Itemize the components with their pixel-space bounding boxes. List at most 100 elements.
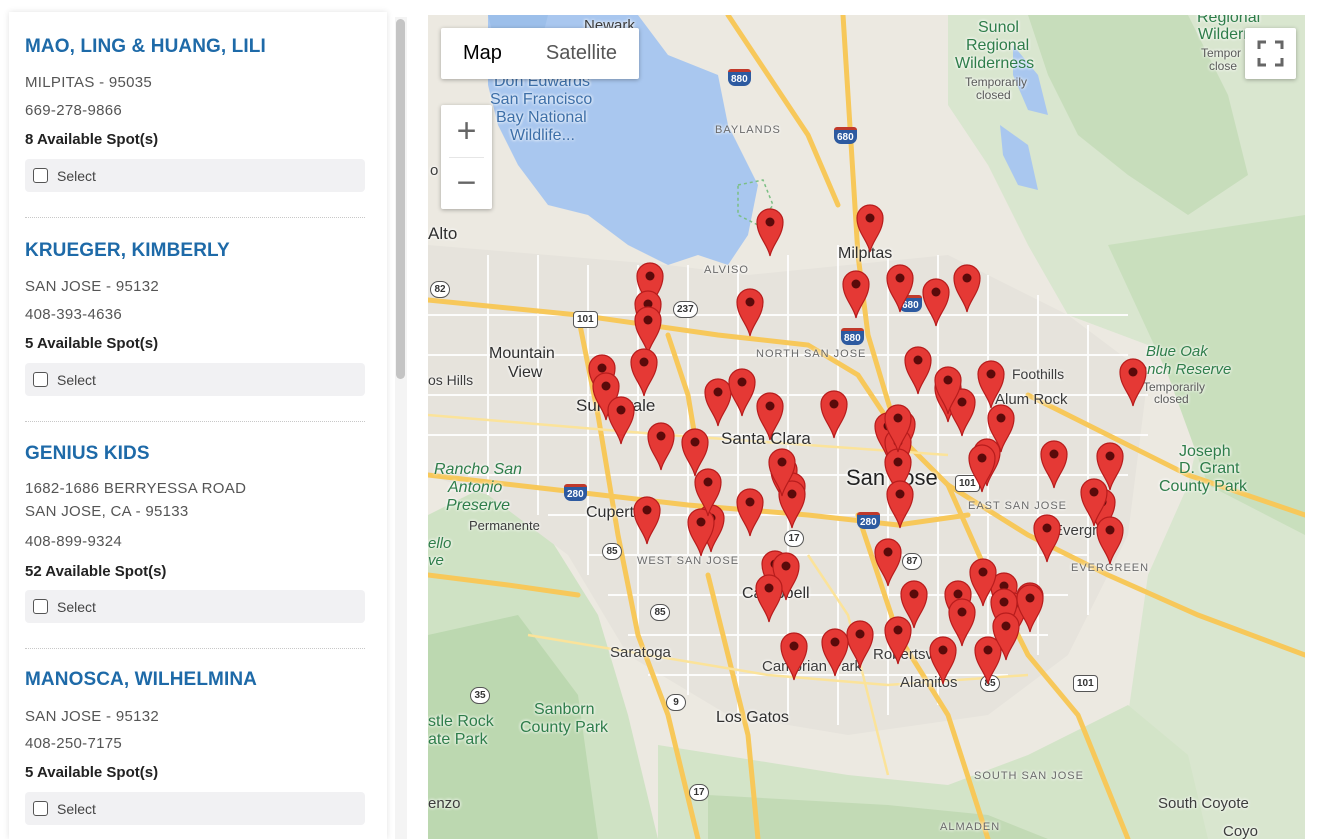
- provider-name[interactable]: MAO, LING & HUANG, LILI: [25, 36, 266, 58]
- map-label: ello: [428, 535, 452, 552]
- provider-name[interactable]: KRUEGER, KIMBERLY: [25, 240, 230, 262]
- location-marker-icon[interactable]: [631, 493, 663, 545]
- location-marker-icon[interactable]: [754, 205, 786, 257]
- map-label: Permanente: [469, 518, 540, 533]
- location-marker-icon[interactable]: [966, 441, 998, 493]
- fullscreen-button[interactable]: [1245, 28, 1296, 79]
- checkbox-icon[interactable]: [33, 801, 48, 816]
- provider-address-line: 1682-1686 BERRYESSA ROAD: [25, 480, 247, 497]
- location-marker-icon[interactable]: [920, 275, 952, 327]
- map-label: Preserve: [446, 497, 511, 514]
- location-marker-icon[interactable]: [628, 345, 660, 397]
- map-label: Alto: [428, 224, 458, 243]
- select-provider-checkbox[interactable]: Select: [25, 159, 365, 192]
- location-marker-icon[interactable]: [1014, 581, 1046, 633]
- provider-address: 1682-1686 BERRYESSA ROAD SAN JOSE, CA - …: [25, 477, 246, 523]
- map-label: Regional: [966, 37, 1030, 54]
- provider-card: MAO, LING & HUANG, LILI MILPITAS - 95035…: [25, 12, 365, 218]
- map-label: close: [1209, 59, 1238, 73]
- location-marker-icon[interactable]: [1031, 511, 1063, 563]
- provider-list: MAO, LING & HUANG, LILI MILPITAS - 95035…: [25, 12, 365, 839]
- us-route-shield-icon: 101: [573, 311, 598, 328]
- location-marker-icon[interactable]: [819, 625, 851, 677]
- location-marker-icon[interactable]: [754, 389, 786, 441]
- select-provider-checkbox[interactable]: Select: [25, 363, 365, 396]
- location-marker-icon[interactable]: [1117, 355, 1149, 407]
- map-type-control: Map Satellite: [441, 28, 640, 79]
- provider-phone: 408-899-9324: [25, 533, 123, 550]
- map-label: Sanborn: [534, 701, 595, 718]
- select-provider-checkbox[interactable]: Select: [25, 792, 365, 825]
- map-type-map-button[interactable]: Map: [441, 28, 524, 79]
- checkbox-icon[interactable]: [33, 599, 48, 614]
- location-marker-icon[interactable]: [854, 201, 886, 253]
- location-marker-icon[interactable]: [645, 419, 677, 471]
- location-marker-icon[interactable]: [605, 393, 637, 445]
- checkbox-icon[interactable]: [33, 168, 48, 183]
- interstate-shield-icon: 280: [564, 484, 587, 501]
- state-route-shield-icon: 17: [689, 784, 709, 801]
- location-marker-icon[interactable]: [1078, 475, 1110, 527]
- select-label: Select: [57, 800, 96, 817]
- map-label: D. Grant: [1179, 460, 1240, 477]
- map-label: Coyo: [1223, 823, 1259, 839]
- scrollbar-thumb[interactable]: [396, 19, 405, 379]
- location-marker-icon[interactable]: [766, 445, 798, 497]
- location-marker-icon[interactable]: [902, 343, 934, 395]
- zoom-in-button[interactable]: +: [441, 105, 492, 157]
- location-marker-icon[interactable]: [967, 555, 999, 607]
- location-marker-icon[interactable]: [734, 285, 766, 337]
- select-label: Select: [57, 598, 96, 615]
- provider-address: SAN JOSE - 95132: [25, 278, 160, 295]
- state-route-shield-icon: 85: [602, 543, 622, 560]
- list-scrollbar[interactable]: [395, 17, 407, 839]
- location-marker-icon[interactable]: [927, 633, 959, 685]
- state-route-shield-icon: 85: [650, 604, 670, 621]
- provider-address: SAN JOSE - 95132: [25, 708, 160, 725]
- map-label: closed: [1154, 392, 1189, 406]
- zoom-out-button[interactable]: −: [441, 157, 492, 209]
- map-label: o: [430, 162, 439, 179]
- location-marker-icon[interactable]: [734, 485, 766, 537]
- location-marker-icon[interactable]: [882, 401, 914, 453]
- map-label: BAYLANDS: [715, 124, 781, 136]
- map-label: ALVISO: [704, 264, 749, 276]
- available-spots: 52 Available Spot(s): [25, 563, 167, 580]
- location-marker-icon[interactable]: [692, 465, 724, 517]
- map-label: enzo: [428, 795, 461, 812]
- location-marker-icon[interactable]: [884, 261, 916, 313]
- interstate-shield-icon: 880: [728, 69, 751, 86]
- provider-card: MANOSCA, WILHELMINA SAN JOSE - 95132 408…: [25, 649, 365, 839]
- available-spots: 8 Available Spot(s): [25, 131, 159, 148]
- location-marker-icon[interactable]: [882, 613, 914, 665]
- provider-address-line: SAN JOSE, CA - 95133: [25, 503, 189, 520]
- map-label: ve: [428, 552, 444, 569]
- location-marker-icon[interactable]: [778, 629, 810, 681]
- location-marker-icon[interactable]: [1038, 437, 1070, 489]
- select-label: Select: [57, 371, 96, 388]
- state-route-shield-icon: 237: [673, 301, 698, 318]
- map-label: San Francisco: [490, 91, 593, 108]
- provider-name[interactable]: GENIUS KIDS: [25, 443, 150, 465]
- state-route-shield-icon: 17: [784, 530, 804, 547]
- map-type-satellite-button[interactable]: Satellite: [524, 28, 639, 79]
- location-marker-icon[interactable]: [951, 261, 983, 313]
- location-marker-icon[interactable]: [818, 387, 850, 439]
- map-label: Blue Oak: [1146, 343, 1208, 360]
- map-label: Bay National: [496, 109, 587, 126]
- fullscreen-icon: [1257, 40, 1284, 67]
- location-marker-icon[interactable]: [840, 267, 872, 319]
- map-label: Joseph: [1179, 443, 1231, 460]
- location-marker-icon[interactable]: [884, 477, 916, 529]
- location-marker-icon[interactable]: [753, 571, 785, 623]
- available-spots: 5 Available Spot(s): [25, 764, 159, 781]
- map-label: ate Park: [428, 731, 488, 748]
- select-provider-checkbox[interactable]: Select: [25, 590, 365, 623]
- provider-phone: 408-250-7175: [25, 735, 123, 752]
- location-marker-icon[interactable]: [932, 363, 964, 415]
- zoom-control: + −: [441, 105, 492, 209]
- map-view[interactable]: Newark Sunol Regional Wilderness Tempora…: [428, 15, 1305, 839]
- checkbox-icon[interactable]: [33, 372, 48, 387]
- map-label: os Hills: [428, 372, 474, 388]
- provider-name[interactable]: MANOSCA, WILHELMINA: [25, 669, 257, 691]
